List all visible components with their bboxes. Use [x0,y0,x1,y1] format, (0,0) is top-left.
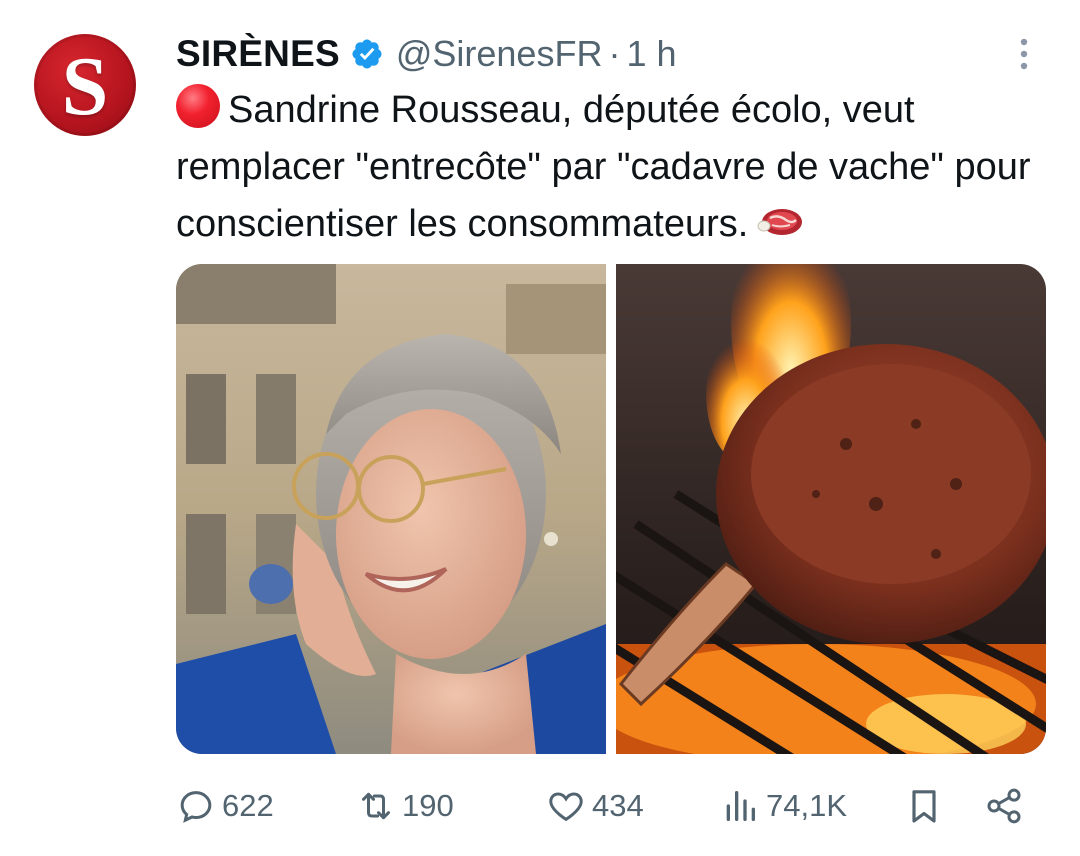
tweet-media[interactable] [176,264,1046,754]
share-icon [987,788,1021,824]
bookmark-button[interactable] [904,778,944,834]
tweet-header: SIRÈNES @SirenesFR · 1 h [176,28,677,80]
more-options-icon[interactable] [1012,36,1036,72]
tweet[interactable]: S SIRÈNES @SirenesFR · 1 h Sandrine Rous… [0,0,1080,856]
reply-button[interactable]: 622 [176,778,274,834]
portrait-photo[interactable] [176,264,606,754]
separator-dot: · [608,33,621,74]
heart-icon [549,792,583,822]
avatar[interactable]: S [34,34,136,136]
views-button[interactable]: 74,1K [720,778,847,834]
tweet-timestamp[interactable]: 1 h [626,33,676,75]
share-button[interactable] [984,778,1024,834]
bookmark-icon [912,790,936,823]
user-handle[interactable]: @SirenesFR [396,33,603,75]
action-bar: 622 190 434 74,1K [176,778,1036,834]
meat-icon [756,198,804,235]
retweet-button[interactable]: 190 [356,778,454,834]
retweet-count: 190 [402,788,454,823]
like-count: 434 [592,788,644,823]
tweet-text-body: Sandrine Rousseau, députée écolo, veut r… [176,89,1031,245]
like-button[interactable]: 434 [546,778,644,834]
steak-photo[interactable] [616,264,1046,754]
analytics-icon [726,791,755,821]
views-count: 74,1K [766,788,848,823]
reply-count: 622 [222,788,274,823]
retweet-icon [362,792,390,820]
verified-badge-icon [350,37,384,71]
avatar-letter: S [61,40,109,133]
tweet-text: Sandrine Rousseau, députée écolo, veut r… [176,82,1056,253]
red-circle-icon [176,84,220,128]
reply-icon [180,791,212,823]
display-name[interactable]: SIRÈNES [176,33,340,75]
